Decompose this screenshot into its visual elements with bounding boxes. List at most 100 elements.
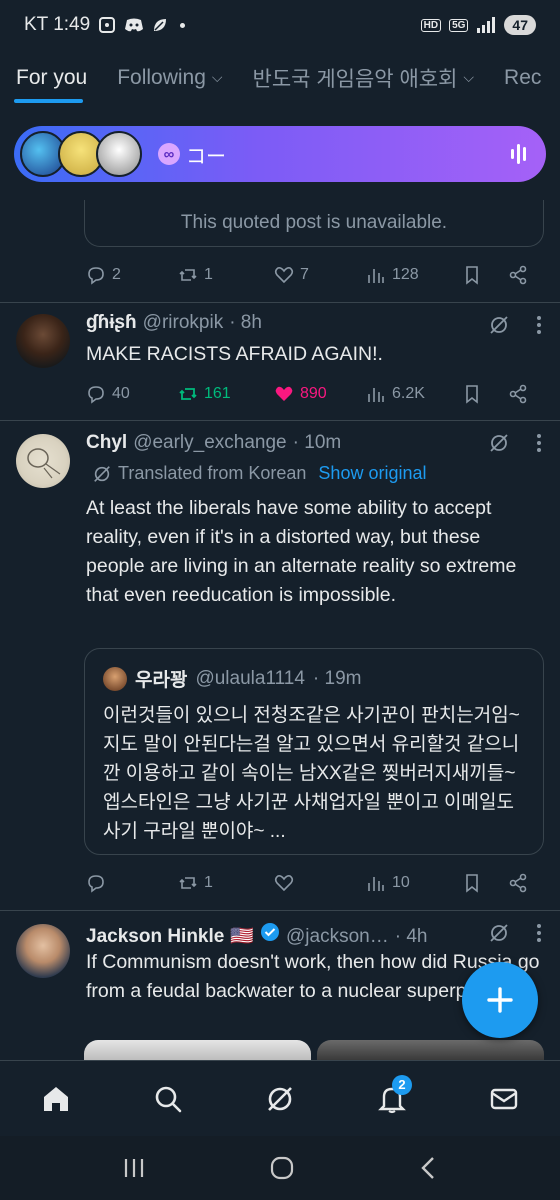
like-button[interactable]: 7	[274, 265, 366, 285]
view-count: 6.2K	[392, 385, 425, 402]
author-handle[interactable]: @rirokpik	[143, 312, 224, 334]
avatar[interactable]	[16, 314, 70, 368]
avatar[interactable]	[16, 434, 70, 488]
grok-icon	[268, 1086, 292, 1111]
author-name[interactable]: Jackson Hinkle	[86, 926, 224, 948]
tab-for-you[interactable]: For you	[0, 50, 101, 105]
post-header: ɠɦɨʂɦ @rirokpik · 8h	[86, 312, 262, 334]
quoted-post-unavailable: This quoted post is unavailable.	[84, 200, 544, 247]
like-count: 890	[300, 385, 327, 402]
compose-button[interactable]	[462, 962, 538, 1038]
space-title: ∞ コー	[158, 140, 226, 169]
author-handle[interactable]: @early_exchange	[133, 432, 286, 454]
reply-icon	[88, 386, 104, 404]
bookmark-button[interactable]	[462, 265, 508, 285]
repost-button[interactable]: 161	[178, 384, 274, 404]
avatar[interactable]	[16, 924, 70, 978]
views-icon	[368, 388, 384, 402]
author-handle[interactable]: @jackson…	[286, 926, 389, 948]
battery-indicator: 47	[504, 15, 536, 35]
views-icon	[368, 269, 384, 283]
unavailable-text: This quoted post is unavailable.	[180, 212, 448, 233]
grok-icon[interactable]	[488, 314, 510, 336]
tab-label: Following	[117, 65, 206, 89]
translated-label: Translated from Korean	[118, 463, 307, 483]
nav-home[interactable]	[26, 1069, 86, 1129]
share-icon	[509, 265, 527, 285]
author-name[interactable]: ɠɦɨʂɦ	[86, 312, 137, 334]
post-text: At least the liberals have some ability …	[86, 497, 517, 606]
media-image[interactable]	[317, 1040, 544, 1060]
bookmark-icon	[466, 874, 478, 893]
reply-button[interactable]: 2	[86, 265, 178, 285]
quoted-post[interactable]: 우라꽝 @ulaula1114 · 19m 이런것들이 있으니 전청조같은 사기…	[84, 648, 544, 855]
translation-bar: Translated from Korean Show original	[92, 463, 426, 484]
views-button[interactable]: 128	[366, 265, 462, 285]
tab-following[interactable]: Following ⌵	[101, 50, 236, 105]
avatar-illustration	[27, 448, 61, 479]
post-media[interactable]	[84, 1040, 544, 1060]
quote-header: 우라꽝 @ulaula1114 · 19m	[103, 665, 361, 692]
post-header: Chyl @early_exchange · 10m	[86, 432, 341, 454]
reply-button[interactable]: 40	[86, 384, 178, 404]
repost-count: 1	[204, 266, 213, 283]
chevron-down-icon: ⌵	[211, 69, 223, 85]
tab-label: Rec	[504, 65, 542, 89]
5g-icon: 5G	[449, 18, 469, 32]
home-button-icon[interactable]	[269, 1155, 295, 1181]
like-button[interactable]	[274, 873, 366, 893]
more-options-icon[interactable]	[536, 922, 542, 944]
verified-badge-icon	[261, 923, 280, 941]
like-button[interactable]: 890	[274, 384, 366, 404]
share-button[interactable]	[508, 265, 528, 285]
space-avatars	[20, 131, 142, 177]
share-button[interactable]	[508, 873, 528, 893]
chevron-down-icon: ⌵	[463, 69, 475, 85]
live-space-bar[interactable]: ∞ コー	[14, 126, 546, 182]
system-nav-bar	[0, 1136, 560, 1200]
discord-icon	[125, 18, 144, 32]
back-icon[interactable]	[418, 1156, 438, 1180]
search-icon	[155, 1086, 182, 1112]
bookmark-button[interactable]	[462, 873, 508, 893]
timeline-tabs: For you Following ⌵ 반도국 게임음악 애호회 ⌵ Rec	[0, 50, 560, 105]
repost-button[interactable]: 1	[178, 265, 274, 285]
more-options-icon[interactable]	[536, 432, 542, 454]
heart-icon	[275, 386, 293, 401]
more-options-icon[interactable]	[536, 314, 542, 336]
leaf-icon	[154, 19, 167, 31]
hd-icon: HD	[420, 18, 442, 32]
space-name: コー	[186, 145, 226, 168]
tab-community[interactable]: 반도국 게임음악 애호회 ⌵	[237, 50, 489, 105]
media-image[interactable]	[84, 1040, 311, 1060]
reply-button[interactable]	[86, 873, 178, 893]
nav-messages[interactable]	[474, 1069, 534, 1129]
like-count: 7	[300, 266, 309, 283]
screenshot-icon	[99, 17, 116, 33]
plus-icon	[487, 987, 513, 1013]
recent-apps-icon[interactable]	[122, 1157, 146, 1179]
show-original-link[interactable]: Show original	[318, 463, 426, 484]
post-actions: 2 1 7 128	[86, 260, 536, 290]
views-button[interactable]: 6.2K	[366, 384, 462, 404]
post-top-icons	[488, 314, 542, 336]
nav-grok[interactable]	[250, 1069, 310, 1129]
grok-icon[interactable]	[488, 922, 510, 944]
view-count: 10	[392, 874, 410, 891]
quote-author-handle: @ulaula1114	[195, 667, 305, 689]
views-button[interactable]: 10	[366, 873, 462, 893]
nav-search[interactable]	[138, 1069, 198, 1129]
bookmark-icon	[466, 385, 478, 404]
tab-partial[interactable]: Rec	[488, 50, 555, 105]
author-name[interactable]: Chyl	[86, 432, 127, 454]
view-count: 128	[392, 266, 419, 283]
status-bar: KT 1:49 HD 5G 47	[0, 0, 560, 50]
quote-time: · 19m	[312, 667, 362, 689]
repost-button[interactable]: 1	[178, 873, 274, 893]
quote-text: 이런것들이 있으니 전청조같은 사기꾼이 판치는거임~ 지도 말이 안된다는걸 …	[103, 705, 520, 842]
share-button[interactable]	[508, 384, 528, 404]
grok-icon[interactable]	[488, 432, 510, 454]
bookmark-button[interactable]	[462, 384, 508, 404]
nav-notifications[interactable]: 2	[362, 1069, 422, 1129]
reply-count: 40	[112, 385, 130, 402]
